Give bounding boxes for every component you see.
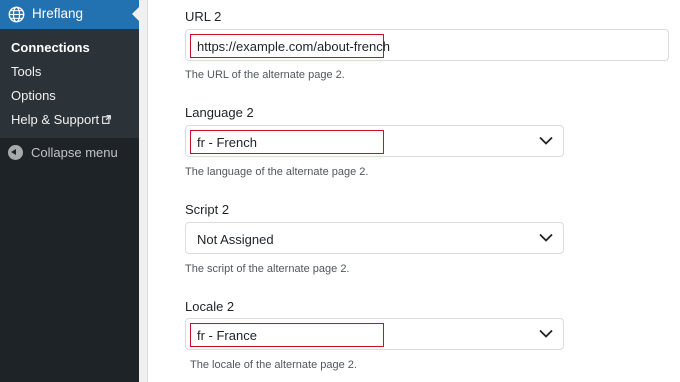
url-label: URL 2 bbox=[185, 9, 222, 24]
chevron-down-icon bbox=[539, 233, 553, 242]
chevron-down-icon bbox=[539, 329, 553, 338]
submenu-item-tools[interactable]: Tools bbox=[11, 64, 41, 79]
script-value: Not Assigned bbox=[197, 232, 274, 247]
url-value: https://example.com/about-french bbox=[197, 39, 390, 54]
script-select[interactable]: Not Assigned bbox=[185, 222, 564, 254]
external-link-icon bbox=[102, 115, 112, 124]
collapse-menu-label: Collapse menu bbox=[31, 145, 118, 160]
url-input[interactable]: https://example.com/about-french bbox=[185, 29, 669, 61]
globe-icon bbox=[8, 6, 25, 23]
locale-select[interactable]: fr - France bbox=[185, 318, 564, 350]
submenu-item-options[interactable]: Options bbox=[11, 88, 56, 103]
current-menu-indicator bbox=[132, 7, 139, 21]
submenu: Connections Tools Options Help & Support bbox=[0, 29, 139, 138]
submenu-item-connections[interactable]: Connections bbox=[11, 40, 90, 55]
collapse-arrow-icon bbox=[8, 145, 23, 160]
language-select[interactable]: fr - French bbox=[185, 125, 564, 157]
locale-description: The locale of the alternate page 2. bbox=[190, 359, 357, 371]
admin-sidebar: Hreflang Connections Tools Options Help … bbox=[0, 0, 139, 382]
submenu-item-help-support[interactable]: Help & Support bbox=[11, 112, 112, 127]
url-description: The URL of the alternate page 2. bbox=[185, 69, 345, 81]
language-value: fr - French bbox=[197, 135, 257, 150]
language-description: The language of the alternate page 2. bbox=[185, 166, 369, 178]
script-label: Script 2 bbox=[185, 202, 230, 217]
help-support-label: Help & Support bbox=[11, 112, 100, 127]
menu-item-hreflang[interactable]: Hreflang bbox=[0, 0, 139, 29]
locale-label: Locale 2 bbox=[185, 299, 235, 314]
locale-value: fr - France bbox=[197, 328, 257, 343]
language-label: Language 2 bbox=[185, 105, 254, 120]
chevron-down-icon bbox=[539, 136, 553, 145]
script-description: The script of the alternate page 2. bbox=[185, 263, 350, 275]
settings-panel: URL 2 https://example.com/about-french T… bbox=[147, 0, 680, 382]
menu-title: Hreflang bbox=[32, 6, 84, 21]
